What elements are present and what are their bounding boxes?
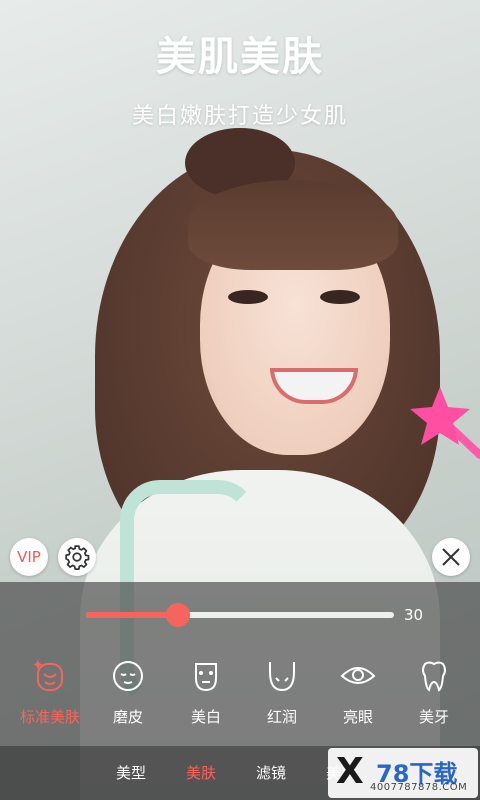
watermark-logo: X (336, 751, 364, 792)
photo-right-eye (320, 290, 360, 304)
headline: 美肌美肤 美白嫩肤打造少女肌 (0, 24, 480, 130)
tool-whitening[interactable]: 美白 (166, 658, 246, 727)
watermark-url: 4007787878.COM (370, 782, 468, 793)
page-title: 美肌美肤 (156, 34, 324, 80)
smooth-face-icon (113, 661, 143, 691)
intensity-slider[interactable] (86, 603, 394, 627)
photo-left-eye (228, 290, 268, 304)
tool-teeth[interactable]: 美牙 (394, 658, 474, 727)
tool-smooth[interactable]: 磨皮 (88, 658, 168, 727)
magic-wand-icon (410, 387, 480, 459)
tooth-icon (422, 661, 446, 692)
slider-value: 30 (404, 606, 424, 624)
tab-skin[interactable]: 美肤 (186, 762, 216, 783)
vip-label: VIP (17, 548, 41, 566)
gear-icon (65, 545, 90, 570)
tab-filter[interactable]: 滤镜 (256, 762, 286, 783)
close-button[interactable] (432, 538, 470, 576)
page-subtitle: 美白嫩肤打造少女肌 (131, 104, 348, 129)
face-sparkle-icon (33, 660, 63, 691)
tool-label: 磨皮 (112, 708, 143, 726)
whitening-mask-icon (195, 663, 217, 692)
tool-label: 红润 (266, 708, 297, 726)
tool-label: 标准美肤 (19, 708, 80, 726)
tab-face-shape[interactable]: 美型 (116, 762, 146, 783)
tool-bright-eyes[interactable]: 亮眼 (318, 658, 398, 727)
photo-bangs (188, 180, 398, 270)
vip-button[interactable]: VIP (10, 538, 48, 576)
close-icon (442, 548, 460, 566)
eye-icon (340, 667, 376, 684)
rosy-face-icon (269, 662, 295, 692)
slider-fill (86, 612, 179, 618)
tool-label: 美牙 (418, 708, 449, 726)
tool-label: 亮眼 (342, 708, 373, 726)
tool-standard-skin[interactable]: 标准美肤 (10, 658, 90, 727)
beauty-tools: 标准美肤 磨皮 美白 红润 亮眼 美牙 (0, 658, 480, 738)
tool-rosy[interactable]: 红润 (242, 658, 322, 727)
watermark: X 78下载 4007787878.COM (328, 748, 478, 798)
tool-label: 美白 (190, 708, 221, 726)
settings-button[interactable] (58, 538, 96, 576)
